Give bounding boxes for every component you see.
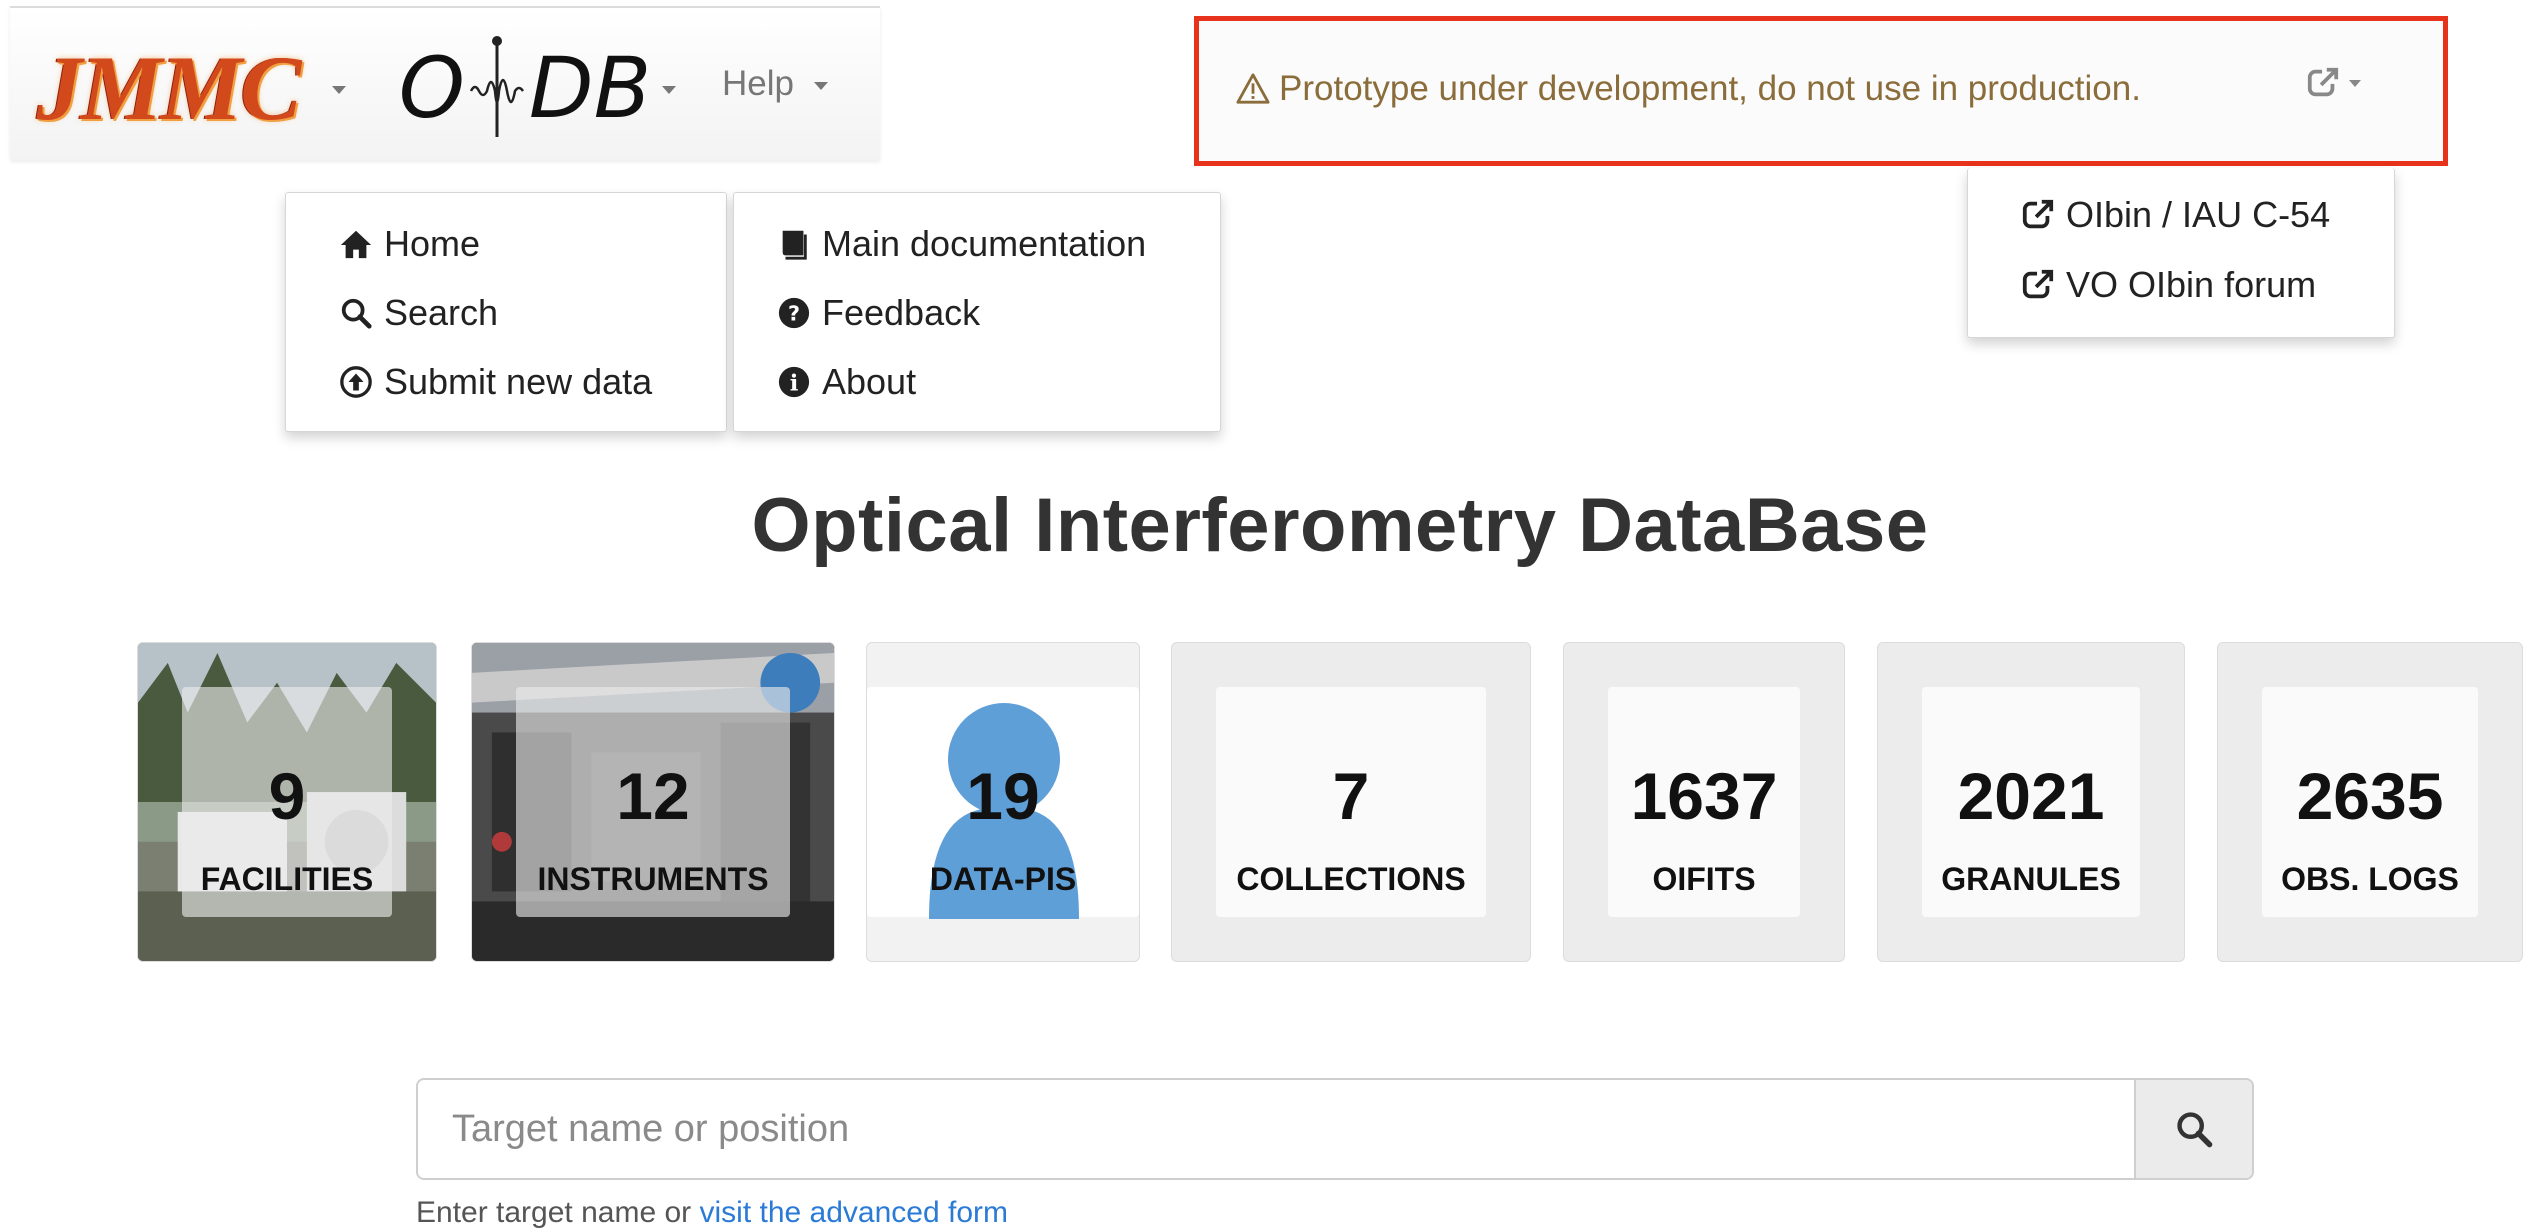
warning-triangle-icon: [1235, 71, 1271, 107]
oidb-menu-caret-icon[interactable]: [662, 86, 676, 94]
menu-item-vo-oibin-forum[interactable]: VO OIbin forum: [2020, 264, 2316, 306]
stat-tile-facilities[interactable]: 9 FACILITIES: [137, 642, 437, 962]
home-icon: [338, 226, 374, 262]
help-menu-label: Help: [722, 64, 794, 103]
menu-item-label: Home: [384, 223, 481, 264]
book-icon: [776, 226, 812, 262]
search-help-prefix: Enter target name or: [416, 1196, 692, 1229]
search-help-text: Enter target name or visit the advanced …: [416, 1196, 1008, 1230]
target-search-input[interactable]: [418, 1080, 2138, 1178]
stat-value: 9: [268, 759, 306, 833]
stat-label: GRANULES: [1941, 861, 2121, 897]
stat-tile-obs-logs[interactable]: 2635 OBS. LOGS: [2217, 642, 2523, 962]
help-dropdown-menu: Main documentation ? Feedback i About: [733, 192, 1221, 432]
oidb-logo-o: O: [398, 38, 465, 137]
upload-icon: [338, 364, 374, 400]
menu-item-label: Feedback: [822, 292, 981, 333]
menu-item-feedback[interactable]: ? Feedback: [776, 292, 980, 334]
oidb-logo-db: DB: [528, 38, 652, 137]
external-link-icon: [2305, 65, 2341, 101]
oidb-dropdown-menu: Home Search Submit new data: [285, 192, 727, 432]
external-links-dropdown-menu: OIbin / IAU C-54 VO OIbin forum: [1967, 168, 2395, 338]
help-menu-toggle[interactable]: Help: [722, 64, 828, 104]
stat-tile-collections[interactable]: 7 COLLECTIONS: [1171, 642, 1531, 962]
interferometry-wave-icon: [469, 33, 525, 143]
search-submit-button[interactable]: [2134, 1080, 2252, 1178]
search-icon: [2177, 1112, 2213, 1148]
warning-text: Prototype under development, do not use …: [1279, 69, 2141, 108]
stat-value: 2021: [1957, 759, 2105, 833]
menu-item-home[interactable]: Home: [338, 223, 480, 265]
menu-item-submit[interactable]: Submit new data: [338, 361, 652, 403]
page-title: Optical Interferometry DataBase: [751, 483, 1929, 568]
external-links-toggle[interactable]: [2305, 65, 2361, 101]
menu-item-label: VO OIbin forum: [2066, 264, 2317, 305]
target-search-group: [416, 1078, 2254, 1180]
advanced-form-link[interactable]: visit the advanced form: [700, 1196, 1008, 1229]
menu-item-oibin-iau[interactable]: OIbin / IAU C-54: [2020, 194, 2330, 236]
jmmc-logo[interactable]: JMMC: [18, 37, 318, 139]
stat-tile-instruments[interactable]: 12 INSTRUMENTS: [471, 642, 835, 962]
question-icon: ?: [776, 295, 812, 331]
oidb-logo[interactable]: O DB: [398, 30, 652, 145]
stat-tile-data-pis[interactable]: 19 DATA-PIS: [866, 642, 1140, 962]
external-caret-icon: [2349, 79, 2361, 87]
menu-item-label: Search: [384, 292, 499, 333]
menu-item-label: About: [822, 361, 917, 402]
stat-label: FACILITIES: [200, 861, 374, 897]
stat-value: 12: [616, 759, 690, 833]
stat-value: 7: [1332, 759, 1370, 833]
stat-label: OBS. LOGS: [2281, 861, 2459, 897]
info-icon: i: [776, 364, 812, 400]
stat-tile-granules[interactable]: 2021 GRANULES: [1877, 642, 2185, 962]
navbar: JMMC O DB Help: [10, 6, 880, 160]
svg-text:?: ?: [788, 302, 800, 326]
prototype-warning-banner: Prototype under development, do not use …: [1194, 16, 2448, 166]
help-caret-icon: [813, 81, 828, 90]
stat-label: OIFITS: [1652, 861, 1756, 897]
warning-message: Prototype under development, do not use …: [1235, 69, 2141, 109]
stat-label: INSTRUMENTS: [537, 861, 769, 897]
menu-item-label: Submit new data: [384, 361, 653, 402]
stat-tile-oifits[interactable]: 1637 OIFITS: [1563, 642, 1845, 962]
stat-label: DATA-PIS: [929, 861, 1077, 897]
stat-value: 2635: [2296, 759, 2444, 833]
menu-item-label: Main documentation: [822, 223, 1147, 264]
menu-item-about[interactable]: i About: [776, 361, 916, 403]
stat-value: 1637: [1630, 759, 1778, 833]
search-icon: [338, 295, 374, 331]
external-link-icon: [2020, 197, 2056, 233]
jmmc-menu-caret-icon[interactable]: [332, 86, 346, 94]
stat-value: 19: [966, 759, 1040, 833]
external-link-icon: [2020, 267, 2056, 303]
svg-text:i: i: [790, 371, 799, 397]
menu-item-documentation[interactable]: Main documentation: [776, 223, 1146, 265]
stat-label: COLLECTIONS: [1236, 861, 1466, 897]
menu-item-search[interactable]: Search: [338, 292, 498, 334]
menu-item-label: OIbin / IAU C-54: [2066, 194, 2331, 235]
